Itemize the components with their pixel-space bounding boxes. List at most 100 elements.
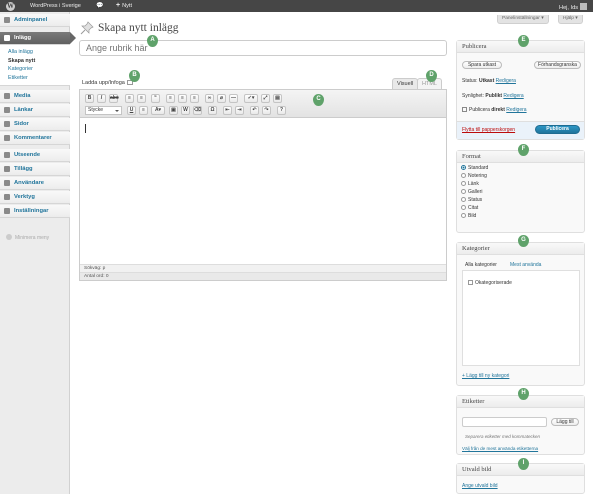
bullet-list-icon[interactable]: ≡ [125, 94, 134, 103]
submenu-tags[interactable]: Etiketter [8, 74, 70, 83]
bold-icon[interactable]: B [85, 94, 94, 103]
content-edit-area[interactable] [80, 118, 446, 264]
publish-actions: Flytta till papperskorgen Publicera [457, 121, 584, 139]
status-value: Utkast [478, 78, 495, 84]
justify-icon[interactable]: ≡ [139, 106, 148, 115]
path-bar: Sökväg: p [80, 264, 446, 272]
underline-icon[interactable]: U [127, 106, 136, 115]
help-icon[interactable]: ? [277, 106, 286, 115]
post-title-input[interactable] [79, 40, 447, 56]
radio-icon [461, 205, 466, 210]
format-option-link[interactable]: Länk [461, 181, 479, 188]
publish-box: Publicera Spara utkast Förhandsgranska S… [456, 40, 585, 140]
menu-item-tools[interactable]: Verktyg [0, 191, 70, 204]
menu-label: Kommentarer [14, 135, 52, 141]
spellcheck-icon[interactable]: ✓▾ [244, 94, 258, 103]
editor-toolbar: B I abc ≡ ≡ “ ≡ ≡ ≡ ∞ ⌀ — ✓▾ ⤢ ▤ Stycke … [80, 90, 446, 118]
screen-options-button[interactable]: Panelinställningar ▾ [497, 15, 549, 24]
format-option-image[interactable]: Bild [461, 213, 476, 220]
format-option-status[interactable]: Status [461, 197, 482, 204]
menu-item-media[interactable]: Media [0, 90, 70, 103]
indent-icon[interactable]: ⇥ [235, 106, 244, 115]
submenu-new-post[interactable]: Skapa nytt [8, 57, 70, 66]
menu-item-links[interactable]: Länkar [0, 104, 70, 117]
format-option-aside[interactable]: Notering [461, 173, 487, 180]
format-option-label: Standard [468, 165, 489, 171]
unlink-icon[interactable]: ⌀ [217, 94, 226, 103]
align-center-icon[interactable]: ≡ [178, 94, 187, 103]
menu-item-plugins[interactable]: Tillägg [0, 163, 70, 176]
italic-icon[interactable]: I [97, 94, 106, 103]
outdent-icon[interactable]: ⇤ [223, 106, 232, 115]
upload-insert-label[interactable]: Ladda upp/Infoga [82, 80, 133, 86]
text-caret [85, 124, 86, 133]
strikethrough-icon[interactable]: abc [109, 94, 119, 103]
plugins-icon [4, 166, 10, 172]
publish-button[interactable]: Publicera [535, 125, 580, 134]
menu-item-dashboard[interactable]: Adminpanel [0, 14, 70, 27]
pages-icon [4, 121, 10, 127]
format-option-standard[interactable]: Standard [461, 165, 488, 172]
new-content-label: Nytt [122, 3, 133, 9]
edit-status-link[interactable]: Redigera [496, 78, 516, 84]
menu-label: Verktyg [14, 194, 35, 200]
format-option-quote[interactable]: Citat [461, 205, 478, 212]
format-select[interactable]: Stycke [85, 106, 122, 115]
edit-visibility-link[interactable]: Redigera [503, 93, 523, 99]
set-featured-image-link[interactable]: Ange utvald bild [462, 483, 498, 489]
format-option-label: Länk [468, 181, 479, 187]
undo-icon[interactable]: ↶ [250, 106, 259, 115]
clear-format-icon[interactable]: ⌫ [193, 106, 202, 115]
special-char-icon[interactable]: Ω [208, 106, 217, 115]
format-option-gallery[interactable]: Galleri [461, 189, 482, 196]
menu-item-settings[interactable]: Inställningar [0, 205, 70, 218]
choose-tags-link[interactable]: Välj från de mest använda etiketterna [462, 446, 538, 451]
category-item[interactable]: Okategoriserade [468, 280, 512, 286]
add-tag-button[interactable]: Lägg till [551, 418, 579, 426]
menu-item-pages[interactable]: Sidor [0, 118, 70, 131]
comment-bubble-icon[interactable]: 💬 [96, 2, 103, 9]
trash-link[interactable]: Flytta till papperskorgen [462, 127, 515, 133]
save-draft-button[interactable]: Spara utkast [462, 61, 502, 69]
new-content-menu[interactable]: + Nytt [116, 2, 133, 9]
fullscreen-icon[interactable]: ⤢ [261, 94, 270, 103]
kitchen-sink-icon[interactable]: ▤ [273, 94, 282, 103]
submenu-categories[interactable]: Kategorier [8, 65, 70, 74]
help-button[interactable]: Hjälp ▾ [558, 15, 583, 24]
numbered-list-icon[interactable]: ≡ [137, 94, 146, 103]
menu-label: Sidor [14, 121, 29, 127]
checkbox-icon[interactable] [468, 280, 473, 285]
pushpin-icon [80, 21, 94, 35]
blockquote-icon[interactable]: “ [151, 94, 160, 103]
align-right-icon[interactable]: ≡ [190, 94, 199, 103]
paste-text-icon[interactable]: ▣ [169, 106, 178, 115]
more-tag-icon[interactable]: — [229, 94, 238, 103]
categories-box: Kategorier Alla kategorier Mest använda … [456, 242, 585, 386]
users-icon [4, 180, 10, 186]
menu-item-comments[interactable]: Kommentarer [0, 132, 70, 145]
menu-item-users[interactable]: Användare [0, 177, 70, 190]
edit-time-link[interactable]: Redigera [506, 107, 526, 113]
align-left-icon[interactable]: ≡ [166, 94, 175, 103]
preview-button[interactable]: Förhandsgranska [534, 61, 581, 69]
user-menu[interactable]: Hej, Ids [559, 3, 587, 11]
status-label: Status: [462, 78, 478, 84]
format-option-label: Status [468, 197, 483, 203]
tab-visual[interactable]: Visuell [392, 78, 419, 89]
collapse-menu-button[interactable]: Minimera meny [6, 234, 49, 241]
wordpress-logo-icon[interactable]: W [6, 1, 15, 11]
text-color-icon[interactable]: A▾ [151, 106, 165, 115]
tab-all-categories[interactable]: Alla kategorier [465, 262, 497, 268]
submenu-all-posts[interactable]: Alla inlägg [8, 48, 70, 57]
insert-link-icon[interactable]: ∞ [205, 94, 214, 103]
format-option-label: Citat [468, 205, 479, 211]
menu-item-posts[interactable]: Inlägg [0, 32, 76, 45]
tab-most-used[interactable]: Mest använda [510, 262, 541, 268]
paste-word-icon[interactable]: W [181, 106, 190, 115]
tag-input[interactable] [462, 417, 547, 427]
site-name-link[interactable]: WordPress i Sverige [30, 3, 81, 9]
menu-label: Länkar [14, 107, 34, 113]
menu-item-appearance[interactable]: Utseende [0, 149, 70, 162]
redo-icon[interactable]: ↷ [262, 106, 271, 115]
add-category-link[interactable]: + Lägg till ny kategori [462, 373, 509, 379]
